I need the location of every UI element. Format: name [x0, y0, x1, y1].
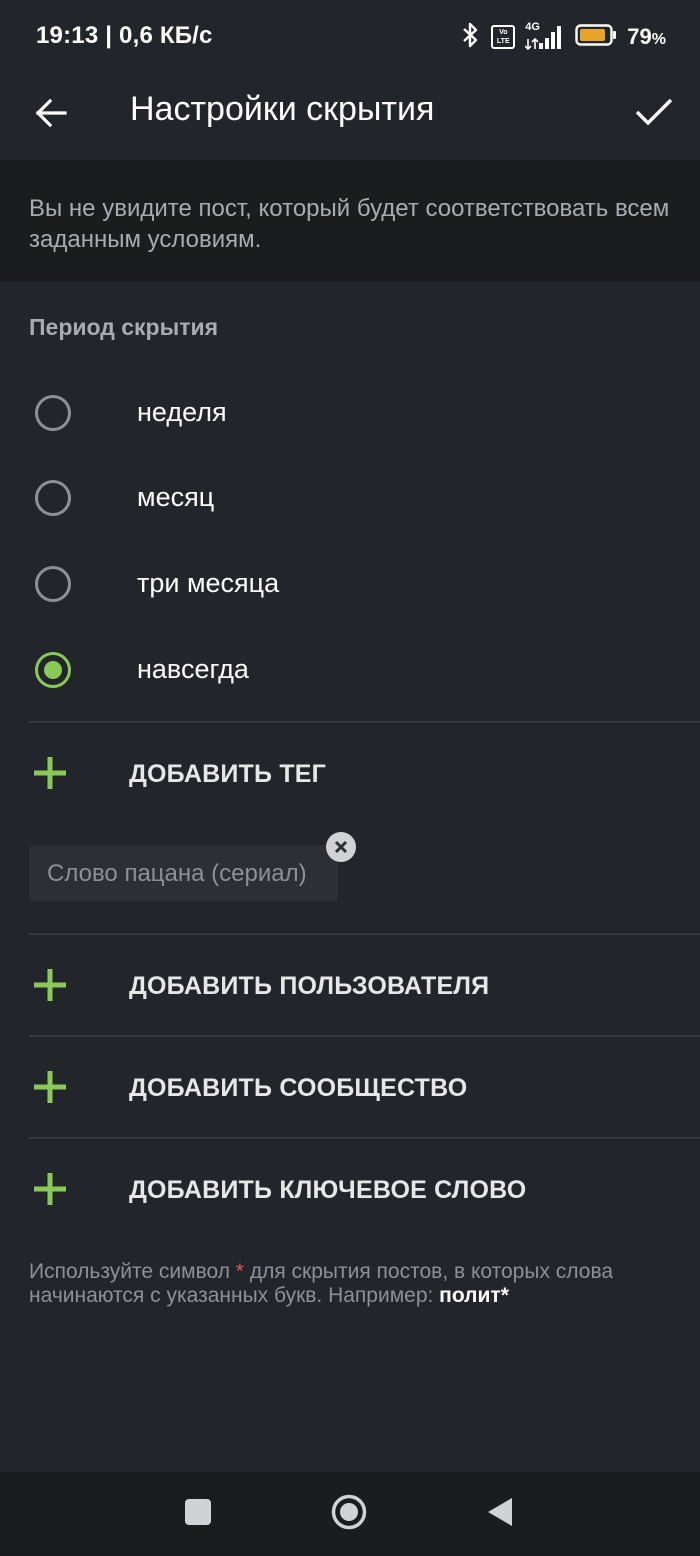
- plus-icon: [34, 757, 66, 789]
- checkmark-icon: [635, 98, 673, 126]
- tag-remove-button[interactable]: [326, 832, 356, 862]
- hint-example: полит*: [439, 1284, 509, 1307]
- bluetooth-icon: [461, 21, 481, 54]
- add-keyword-button[interactable]: ДОБАВИТЬ КЛЮЧЕВОЕ СЛОВО: [0, 1139, 700, 1239]
- signal-icon: 4G: [525, 21, 565, 51]
- volte-icon: Vo LTE: [491, 25, 516, 49]
- status-time: 19:13 | 0,6 КБ/с: [36, 22, 213, 49]
- confirm-button[interactable]: [628, 86, 680, 138]
- add-user-button[interactable]: ДОБАВИТЬ ПОЛЬЗОВАТЕЛЯ: [0, 935, 700, 1035]
- square-icon: [185, 1499, 211, 1525]
- radio-option-month[interactable]: месяц: [0, 458, 700, 538]
- radio-label: месяц: [137, 482, 215, 512]
- radio-option-three-months[interactable]: три месяца: [0, 544, 700, 624]
- hint-star: *: [235, 1260, 244, 1283]
- radio-option-forever[interactable]: навсегда: [0, 630, 700, 710]
- app-bar: Настройки скрытия: [0, 76, 700, 160]
- triangle-back-icon: [488, 1498, 512, 1526]
- page-title: Настройки скрытия: [130, 90, 435, 128]
- add-user-label: ДОБАВИТЬ ПОЛЬЗОВАТЕЛЯ: [129, 972, 490, 1000]
- battery-percent: 79%: [627, 24, 666, 50]
- radio-option-week[interactable]: неделя: [0, 373, 700, 453]
- radio-button[interactable]: [35, 566, 71, 602]
- radio-button-selected[interactable]: [35, 652, 71, 688]
- plus-icon: [34, 1173, 66, 1205]
- add-tag-button[interactable]: ДОБАВИТЬ ТЕГ: [0, 723, 700, 823]
- back-nav-button[interactable]: [486, 1496, 514, 1533]
- arrow-left-icon: [35, 98, 67, 128]
- status-icons: Vo LTE 4G 79%: [461, 21, 666, 54]
- close-icon: [334, 840, 348, 854]
- home-button[interactable]: [331, 1494, 367, 1535]
- recents-button[interactable]: [184, 1498, 212, 1531]
- hint-part1: Используйте символ: [29, 1260, 236, 1283]
- section-title-period: Период скрытия: [29, 314, 219, 340]
- back-button[interactable]: [26, 88, 76, 138]
- plus-icon: [34, 1071, 66, 1103]
- battery-icon: [575, 23, 617, 52]
- plus-icon: [34, 969, 66, 1001]
- info-banner: Вы не увидите пост, который будет соотве…: [0, 160, 700, 281]
- add-keyword-label: ДОБАВИТЬ КЛЮЧЕВОЕ СЛОВО: [129, 1176, 527, 1204]
- status-bar: 19:13 | 0,6 КБ/с Vo LTE 4G 79%: [0, 0, 700, 76]
- radio-button[interactable]: [35, 395, 71, 431]
- hint-text: Используйте символ * для скрытия постов,…: [29, 1260, 679, 1308]
- radio-label: неделя: [137, 397, 227, 427]
- tag-chip: Слово пацана (сериал): [29, 845, 338, 901]
- add-community-label: ДОБАВИТЬ СООБЩЕСТВО: [129, 1074, 468, 1102]
- radio-label: три месяца: [137, 568, 280, 598]
- radio-button[interactable]: [35, 480, 71, 516]
- battery-percent-value: 79: [627, 24, 652, 49]
- radio-dot: [44, 661, 62, 679]
- system-nav-bar: [0, 1472, 700, 1556]
- circle-icon: [331, 1494, 367, 1530]
- add-community-button[interactable]: ДОБАВИТЬ СООБЩЕСТВО: [0, 1037, 700, 1137]
- add-tag-label: ДОБАВИТЬ ТЕГ: [129, 760, 327, 788]
- battery-percent-suffix: %: [651, 31, 666, 48]
- radio-label: навсегда: [137, 654, 249, 684]
